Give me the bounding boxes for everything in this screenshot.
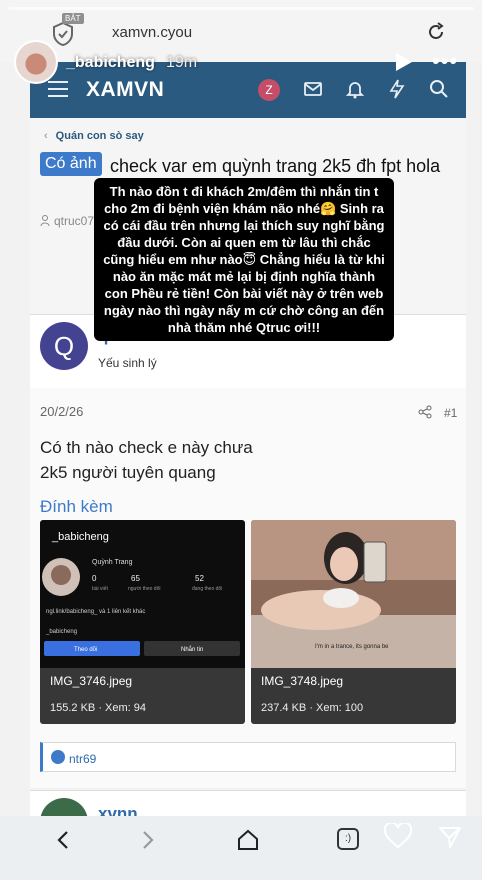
thread-prefix-tag[interactable]: Có ảnh bbox=[40, 152, 102, 176]
thumb-caption-text: I'm in a trance, its gonna be bbox=[315, 644, 389, 650]
attachment-meta: 155.2 KB · Xem: 94 bbox=[50, 702, 146, 714]
thread-title: check var em quỳnh trang 2k5 đh fpt hola bbox=[110, 156, 441, 176]
shield-icon bbox=[53, 22, 73, 46]
attachment-thumbnail: I'm in a trance, its gonna be bbox=[251, 520, 456, 668]
home-icon[interactable] bbox=[236, 828, 260, 852]
story-progress-bar bbox=[8, 7, 474, 10]
thumb-display-name: Quỳnh Trang bbox=[92, 559, 133, 566]
share-icon[interactable] bbox=[418, 405, 432, 419]
more-icon[interactable]: ••• bbox=[432, 48, 458, 74]
breadcrumb-label[interactable]: Quán con sò say bbox=[56, 130, 144, 142]
mail-icon[interactable] bbox=[303, 79, 323, 99]
url-text[interactable]: xamvn.cyou bbox=[112, 24, 192, 41]
thumb-stat-label: bài viết bbox=[92, 586, 108, 592]
thumb-stat-value: 0 bbox=[92, 574, 97, 583]
play-icon[interactable] bbox=[393, 52, 413, 72]
post-text-line: 2k5 người tuyên quang bbox=[40, 463, 216, 482]
breadcrumb[interactable]: ‹ Quán con sò say bbox=[44, 130, 144, 142]
attachment-filename[interactable]: IMG_3748.jpeg bbox=[261, 674, 343, 688]
thread-author[interactable]: qtruc074 bbox=[40, 214, 101, 228]
attachment-filename[interactable]: IMG_3746.jpeg bbox=[50, 674, 132, 688]
post-text-line: Có th nào check e này chưa bbox=[40, 438, 253, 457]
thumb-username: _babicheng bbox=[51, 531, 109, 543]
avatar[interactable] bbox=[14, 40, 58, 84]
user-title: Yếu sinh lý bbox=[98, 356, 157, 370]
bolt-icon[interactable] bbox=[387, 79, 407, 99]
browser-screenshot: BẢT xamvn.cyou XAMVN Z ‹ Quán con sò say … bbox=[0, 0, 482, 880]
menu-icon[interactable] bbox=[48, 81, 68, 97]
story-time: 19m bbox=[166, 54, 198, 71]
attachments-label: Đính kèm bbox=[40, 497, 113, 516]
person-icon bbox=[40, 215, 50, 226]
thumb-link: ngl.link/babicheng_ và 1 liên kết khác bbox=[46, 609, 145, 615]
attachment-thumbnail: _babicheng Quỳnh Trang 0 65 52 bài viết … bbox=[40, 520, 245, 668]
like-icon bbox=[51, 750, 65, 764]
story-caption: Th nào đồn t đi khách 2m/đêm thì nhắn ti… bbox=[94, 178, 394, 341]
avatar[interactable]: Q bbox=[40, 322, 88, 370]
reaction-user[interactable]: ntr69 bbox=[69, 752, 96, 766]
reload-icon[interactable] bbox=[426, 22, 446, 42]
thumb-stat-value: 65 bbox=[131, 574, 140, 583]
thumb-message-label: Nhắn tin bbox=[181, 646, 203, 653]
post-date[interactable]: 20/2/26 bbox=[40, 404, 83, 419]
attachment-card[interactable]: I'm in a trance, its gonna be IMG_3748.j… bbox=[251, 520, 456, 724]
back-icon[interactable] bbox=[52, 828, 76, 852]
thumb-handle: _babicheng bbox=[45, 629, 77, 635]
heart-icon[interactable] bbox=[384, 823, 412, 849]
thumb-follow-label: Theo dõi bbox=[74, 647, 97, 653]
bell-icon[interactable] bbox=[345, 79, 365, 99]
site-logo[interactable]: XAMVN bbox=[86, 78, 164, 102]
forward-icon[interactable] bbox=[135, 828, 159, 852]
thumb-stat-label: đang theo dõi bbox=[192, 586, 222, 592]
send-icon[interactable] bbox=[438, 825, 462, 849]
security-badge: BẢT bbox=[62, 13, 84, 24]
user-avatar[interactable]: Z bbox=[258, 79, 280, 101]
search-icon[interactable] bbox=[429, 79, 449, 99]
attachment-card[interactable]: _babicheng Quỳnh Trang 0 65 52 bài viết … bbox=[40, 520, 245, 724]
tabs-icon[interactable]: :) bbox=[337, 828, 359, 850]
post-number[interactable]: #1 bbox=[444, 406, 457, 420]
reaction-bar[interactable]: ntr69 bbox=[40, 742, 456, 772]
thumb-stat-label: người theo dõi bbox=[128, 586, 160, 592]
thumb-stat-value: 52 bbox=[195, 574, 204, 583]
attachment-meta: 237.4 KB · Xem: 100 bbox=[261, 702, 364, 714]
story-username[interactable]: _babicheng bbox=[66, 54, 155, 72]
